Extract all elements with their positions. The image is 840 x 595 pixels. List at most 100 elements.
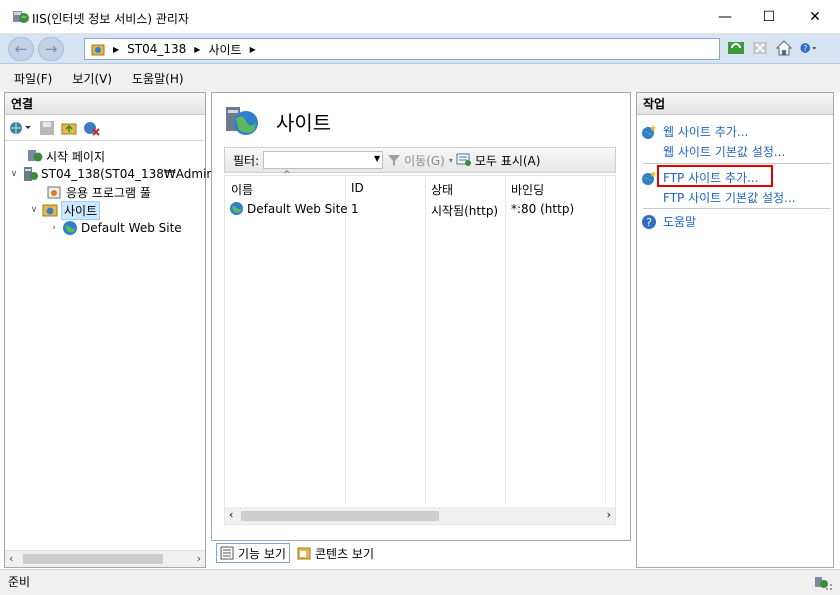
maximize-button[interactable]: ☐ xyxy=(746,0,792,34)
show-all-icon xyxy=(456,153,471,166)
chevron-down-icon[interactable]: ▼ xyxy=(374,154,380,163)
save-icon[interactable] xyxy=(39,120,55,136)
svg-text:?: ? xyxy=(646,216,652,229)
forward-arrow-icon: → xyxy=(44,40,58,58)
content-view-label: 콘텐츠 보기 xyxy=(314,546,374,561)
scroll-thumb[interactable] xyxy=(23,554,163,564)
folder-home-icon xyxy=(91,44,105,56)
column-header-binding[interactable]: 바인딩 xyxy=(511,181,544,198)
minimize-button[interactable]: — xyxy=(702,0,748,34)
filter-label: 필터: xyxy=(233,153,260,168)
site-status: 시작됨(http) xyxy=(431,204,499,218)
tree-item-label: 사이트 xyxy=(61,200,101,220)
breadcrumb-separator-icon: ▶ xyxy=(113,44,120,54)
column-divider xyxy=(605,176,606,504)
sort-ascending-icon: ^ xyxy=(283,170,291,180)
help-menu-icon[interactable]: ? xyxy=(799,39,817,57)
breadcrumb-sites[interactable]: 사이트 xyxy=(208,41,241,58)
column-divider xyxy=(505,176,506,504)
column-divider xyxy=(345,176,346,504)
resize-grip-icon[interactable] xyxy=(814,575,834,591)
disconnect-icon[interactable] xyxy=(83,120,101,136)
connect-globe-icon[interactable] xyxy=(9,120,33,136)
list-horizontal-scrollbar[interactable]: ‹ › xyxy=(225,507,615,524)
server-icon xyxy=(24,167,38,181)
scroll-right-icon[interactable]: › xyxy=(197,552,201,565)
web-site-defaults-label: 웹 사이트 기본값 설정... xyxy=(663,145,786,159)
column-divider xyxy=(425,176,426,504)
features-view-tab[interactable]: 기능 보기 xyxy=(216,543,290,563)
sites-folder-icon xyxy=(42,204,58,217)
chevron-down-icon[interactable]: ∨ xyxy=(29,205,39,215)
scroll-left-icon[interactable]: ‹ xyxy=(9,552,13,565)
back-button[interactable]: ← xyxy=(8,37,34,61)
web-site-defaults-link[interactable]: 웹 사이트 기본값 설정... xyxy=(641,143,785,160)
sites-pane: 사이트 필터: ▼ 이동(G) ▾ 모두 표시(A) ^ 이름 ID 상태 바인… xyxy=(211,92,631,541)
up-folder-icon[interactable] xyxy=(61,120,77,136)
add-web-site-label: 웹 사이트 추가... xyxy=(663,125,749,139)
menu-help[interactable]: 도움말(H) xyxy=(132,70,184,87)
web-site-globe-icon xyxy=(63,221,77,235)
divider xyxy=(643,208,831,209)
add-web-site-link[interactable]: 웹 사이트 추가... xyxy=(641,123,748,140)
tree-item-label: 응용 프로그램 풀 xyxy=(66,185,151,200)
add-web-site-icon xyxy=(642,124,656,139)
filter-input[interactable]: ▼ xyxy=(263,151,384,169)
sites-globe-icon xyxy=(226,107,258,135)
help-label: 도움말 xyxy=(663,215,697,229)
refresh-icon[interactable] xyxy=(727,39,745,57)
tree-item-start-page[interactable]: 시작 페이지 xyxy=(27,147,105,165)
menu-file[interactable]: 파일(F) xyxy=(14,70,52,87)
features-view-label: 기능 보기 xyxy=(238,546,286,561)
column-header-status[interactable]: 상태 xyxy=(431,181,453,198)
tree-item-label: Default Web Site xyxy=(81,221,182,235)
highlight-box xyxy=(657,165,773,187)
tree-item-app-pools[interactable]: 응용 프로그램 풀 xyxy=(47,183,151,201)
help-link[interactable]: ? 도움말 xyxy=(641,213,696,230)
connections-horizontal-scrollbar[interactable]: ‹ › xyxy=(5,550,205,567)
actions-pane: 작업 웹 사이트 추가... 웹 사이트 기본값 설정... FTP 사이트 추… xyxy=(636,92,834,568)
home-icon[interactable] xyxy=(775,39,793,57)
chevron-down-icon[interactable]: ∨ xyxy=(9,169,19,179)
window-title: IIS(인터넷 정보 서비스) 관리자 xyxy=(32,12,189,26)
view-switcher: 기능 보기 콘텐츠 보기 xyxy=(216,543,377,563)
ftp-site-defaults-label: FTP 사이트 기본값 설정... xyxy=(663,191,796,205)
page-title: 사이트 xyxy=(276,110,332,135)
breadcrumb[interactable]: ▶ ST04_138 ▶ 사이트 ▶ xyxy=(84,38,720,60)
back-arrow-icon: ← xyxy=(14,40,28,58)
close-button[interactable]: ✕ xyxy=(792,0,838,34)
forward-button[interactable]: → xyxy=(38,37,64,61)
show-all-button[interactable]: ▾ 모두 표시(A) xyxy=(449,152,540,169)
address-bar: ← → ▶ ST04_138 ▶ 사이트 ▶ ? xyxy=(0,34,840,64)
menu-view[interactable]: 보기(V) xyxy=(72,70,112,87)
column-header-name[interactable]: 이름 xyxy=(231,181,253,198)
column-header-id[interactable]: ID xyxy=(351,181,364,195)
connections-tree: 시작 페이지 ∨ ST04_138(ST04_138₩Admin 응용 프로그램… xyxy=(5,141,214,531)
divider xyxy=(643,163,831,164)
svg-text:?: ? xyxy=(803,44,807,53)
site-name: Default Web Site xyxy=(247,202,348,216)
tree-item-label: 시작 페이지 xyxy=(46,149,106,164)
ftp-site-defaults-link[interactable]: FTP 사이트 기본값 설정... xyxy=(641,189,795,206)
sites-list: ^ 이름 ID 상태 바인딩 Default Web Site 1 시작됨(ht… xyxy=(224,170,616,525)
add-ftp-site-icon xyxy=(642,170,656,185)
features-view-icon xyxy=(220,546,234,560)
filter-funnel-icon xyxy=(388,155,401,166)
scroll-thumb[interactable] xyxy=(241,511,439,521)
menu-bar: 파일(F) 보기(V) 도움말(H) xyxy=(0,64,840,92)
tree-item-sites[interactable]: ∨ 사이트 xyxy=(29,200,101,220)
stop-icon[interactable] xyxy=(751,39,769,57)
chevron-right-icon[interactable]: › xyxy=(49,223,59,233)
tree-item-server[interactable]: ∨ ST04_138(ST04_138₩Admin xyxy=(9,165,214,183)
breadcrumb-separator-icon: ▶ xyxy=(249,44,256,54)
breadcrumb-server[interactable]: ST04_138 xyxy=(127,42,186,56)
start-page-icon xyxy=(28,150,43,162)
content-view-tab[interactable]: 콘텐츠 보기 xyxy=(294,543,377,563)
scroll-left-icon[interactable]: ‹ xyxy=(229,508,233,521)
address-tools: ? xyxy=(727,39,817,57)
table-row[interactable]: Default Web Site 1 시작됨(http) *:80 (http) xyxy=(225,200,615,220)
go-button[interactable]: 이동(G) xyxy=(387,152,445,169)
tree-item-default-web-site[interactable]: › Default Web Site xyxy=(49,219,182,237)
scroll-right-icon[interactable]: › xyxy=(607,508,611,521)
connections-pane: 연결 시작 페이지 ∨ ST04_138(ST04_138₩Admin 응용 프… xyxy=(4,92,214,568)
